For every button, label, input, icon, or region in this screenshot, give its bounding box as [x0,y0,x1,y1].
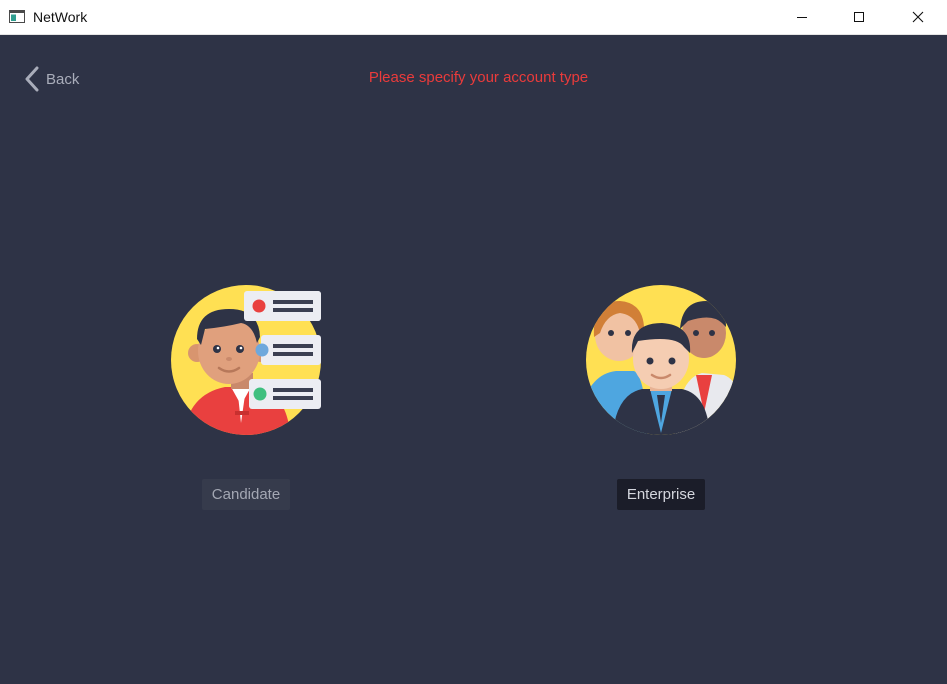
minimize-button[interactable] [779,0,825,34]
maximize-button[interactable] [836,0,882,34]
maximize-icon [854,12,864,22]
window-titlebar: NetWork [0,0,947,35]
enterprise-option[interactable]: Enterprise [576,283,746,510]
close-icon [912,11,924,23]
candidate-button[interactable]: Candidate [201,479,291,510]
account-type-prompt: Please specify your account type [368,69,589,86]
enterprise-illustration-icon [586,285,736,435]
app-window-icon [9,10,25,23]
enterprise-button[interactable]: Enterprise [616,479,706,510]
account-type-screen: Back Please specify your account type Ca… [0,35,947,684]
candidate-illustration-icon [171,285,321,435]
candidate-option[interactable]: Candidate [161,283,331,510]
close-button[interactable] [895,0,941,34]
minimize-icon [797,17,807,18]
window-title: NetWork [33,9,88,25]
